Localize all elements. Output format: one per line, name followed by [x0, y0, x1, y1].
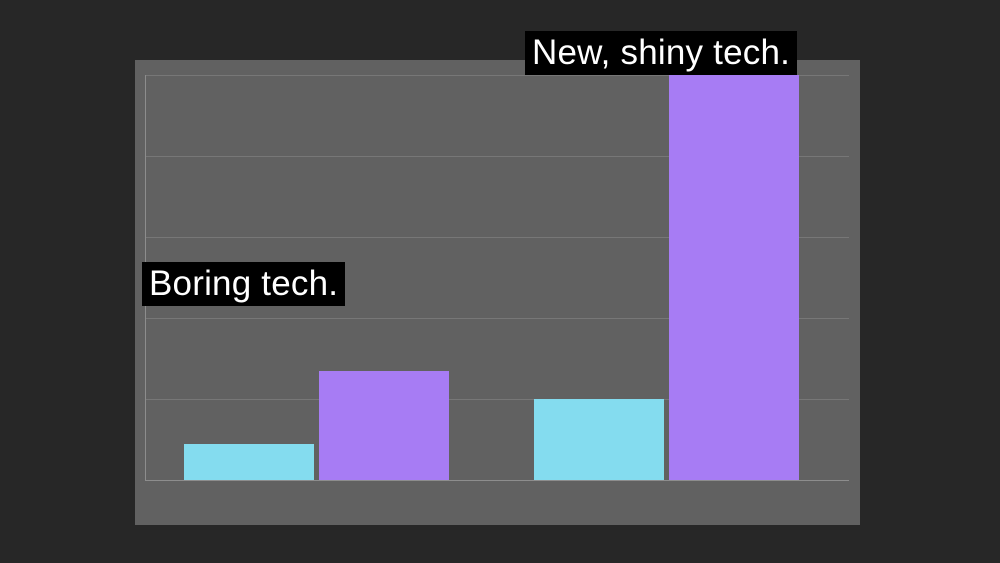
chart-panel: Boring tech. — [135, 60, 860, 525]
annotation-new-shiny-tech: New, shiny tech. — [525, 31, 797, 75]
bar-group1-seriesB — [319, 371, 449, 480]
bar-group2-seriesB — [669, 75, 799, 480]
bar-group1-seriesA — [184, 444, 314, 480]
annotation-boring-tech: Boring tech. — [142, 262, 345, 306]
bar-group2-seriesA — [534, 399, 664, 480]
